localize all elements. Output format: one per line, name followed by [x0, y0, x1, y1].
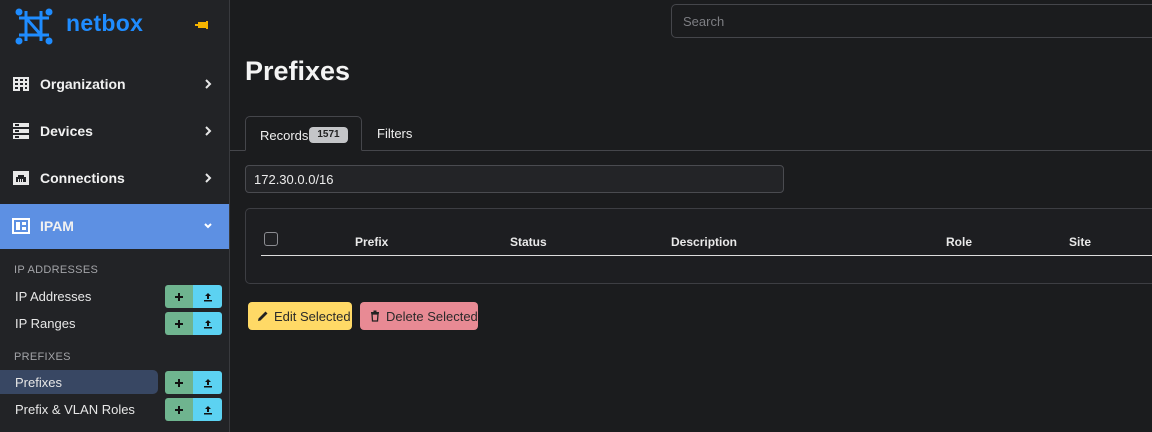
- tab-label: Records: [260, 128, 309, 143]
- quick-filter-input[interactable]: [245, 165, 784, 193]
- building-icon: [13, 77, 29, 91]
- column-header-prefix[interactable]: Prefix: [355, 235, 388, 249]
- edit-selected-button[interactable]: Edit Selected: [248, 302, 352, 330]
- sidebar-item-label: IP Ranges: [15, 316, 76, 331]
- server-icon: [13, 123, 29, 139]
- plus-icon: [175, 405, 183, 414]
- pin-icon[interactable]: [195, 20, 209, 30]
- brand[interactable]: netbox: [0, 0, 229, 62]
- pencil-icon: [258, 311, 268, 321]
- add-button[interactable]: [165, 285, 193, 308]
- select-all-checkbox[interactable]: [264, 232, 278, 246]
- section-heading-prefixes: PREFIXES: [14, 351, 71, 363]
- tab-filters[interactable]: Filters: [377, 126, 412, 146]
- tabs-divider: [230, 150, 1152, 151]
- section-heading-ip-addresses: IP ADDRESSES: [14, 264, 99, 276]
- import-button[interactable]: [193, 312, 222, 335]
- import-button[interactable]: [193, 371, 222, 394]
- brand-name: netbox: [66, 10, 144, 36]
- upload-icon: [203, 378, 212, 387]
- delete-selected-button[interactable]: Delete Selected: [360, 302, 478, 330]
- sidebar: netbox Organization Devices Connections …: [0, 0, 230, 432]
- plus-icon: [175, 292, 183, 301]
- records-count-badge: 1571: [309, 127, 348, 143]
- search-input[interactable]: [671, 4, 1152, 38]
- ethernet-icon: [13, 171, 29, 185]
- sidebar-item-label: Connections: [40, 170, 125, 186]
- sidebar-item-organization[interactable]: Organization: [0, 62, 229, 107]
- app-window: netbox Organization Devices Connections …: [0, 0, 1152, 432]
- ipam-icon: [12, 218, 30, 234]
- column-header-status[interactable]: Status: [510, 235, 547, 249]
- trash-icon: [371, 310, 379, 322]
- sidebar-item-label: IPAM: [40, 218, 74, 234]
- import-button[interactable]: [193, 398, 222, 421]
- sidebar-item-ip-addresses[interactable]: IP Addresses: [0, 284, 229, 308]
- plus-icon: [175, 378, 183, 387]
- item-actions: [165, 285, 222, 308]
- button-label: Delete Selected: [386, 308, 478, 324]
- results-table: Prefix Status Description Role Site: [245, 208, 1152, 284]
- sidebar-item-label: Devices: [40, 123, 93, 139]
- column-header-description[interactable]: Description: [671, 235, 737, 249]
- tab-records[interactable]: Records 1571: [245, 116, 362, 151]
- sidebar-item-ipam[interactable]: IPAM: [0, 204, 229, 249]
- chevron-down-icon: [204, 223, 212, 229]
- upload-icon: [203, 319, 212, 328]
- item-actions: [165, 312, 222, 335]
- add-button[interactable]: [165, 371, 193, 394]
- sidebar-item-connections[interactable]: Connections: [0, 156, 229, 201]
- sidebar-item-prefix-vlan-roles[interactable]: Prefix & VLAN Roles: [0, 397, 229, 421]
- chevron-right-icon: [205, 126, 212, 136]
- page-title: Prefixes: [245, 56, 351, 86]
- chevron-right-icon: [205, 79, 212, 89]
- sidebar-item-ip-ranges[interactable]: IP Ranges: [0, 311, 229, 335]
- item-actions: [165, 371, 222, 394]
- button-label: Edit Selected: [274, 308, 351, 324]
- add-button[interactable]: [165, 398, 193, 421]
- item-actions: [165, 398, 222, 421]
- sidebar-item-label: Organization: [40, 76, 126, 92]
- add-button[interactable]: [165, 312, 193, 335]
- upload-icon: [203, 405, 212, 414]
- plus-icon: [175, 319, 183, 328]
- sidebar-item-label: Prefixes: [15, 375, 62, 390]
- table-header-divider: [261, 255, 1152, 256]
- sidebar-item-label: Prefix & VLAN Roles: [15, 402, 135, 417]
- netbox-logo-icon: [15, 8, 53, 45]
- sidebar-item-label: IP Addresses: [15, 289, 92, 304]
- sidebar-item-devices[interactable]: Devices: [0, 109, 229, 154]
- column-header-role[interactable]: Role: [946, 235, 972, 249]
- column-header-site[interactable]: Site: [1069, 235, 1091, 249]
- upload-icon: [203, 292, 212, 301]
- sidebar-item-prefixes[interactable]: Prefixes: [0, 370, 229, 394]
- chevron-right-icon: [205, 173, 212, 183]
- import-button[interactable]: [193, 285, 222, 308]
